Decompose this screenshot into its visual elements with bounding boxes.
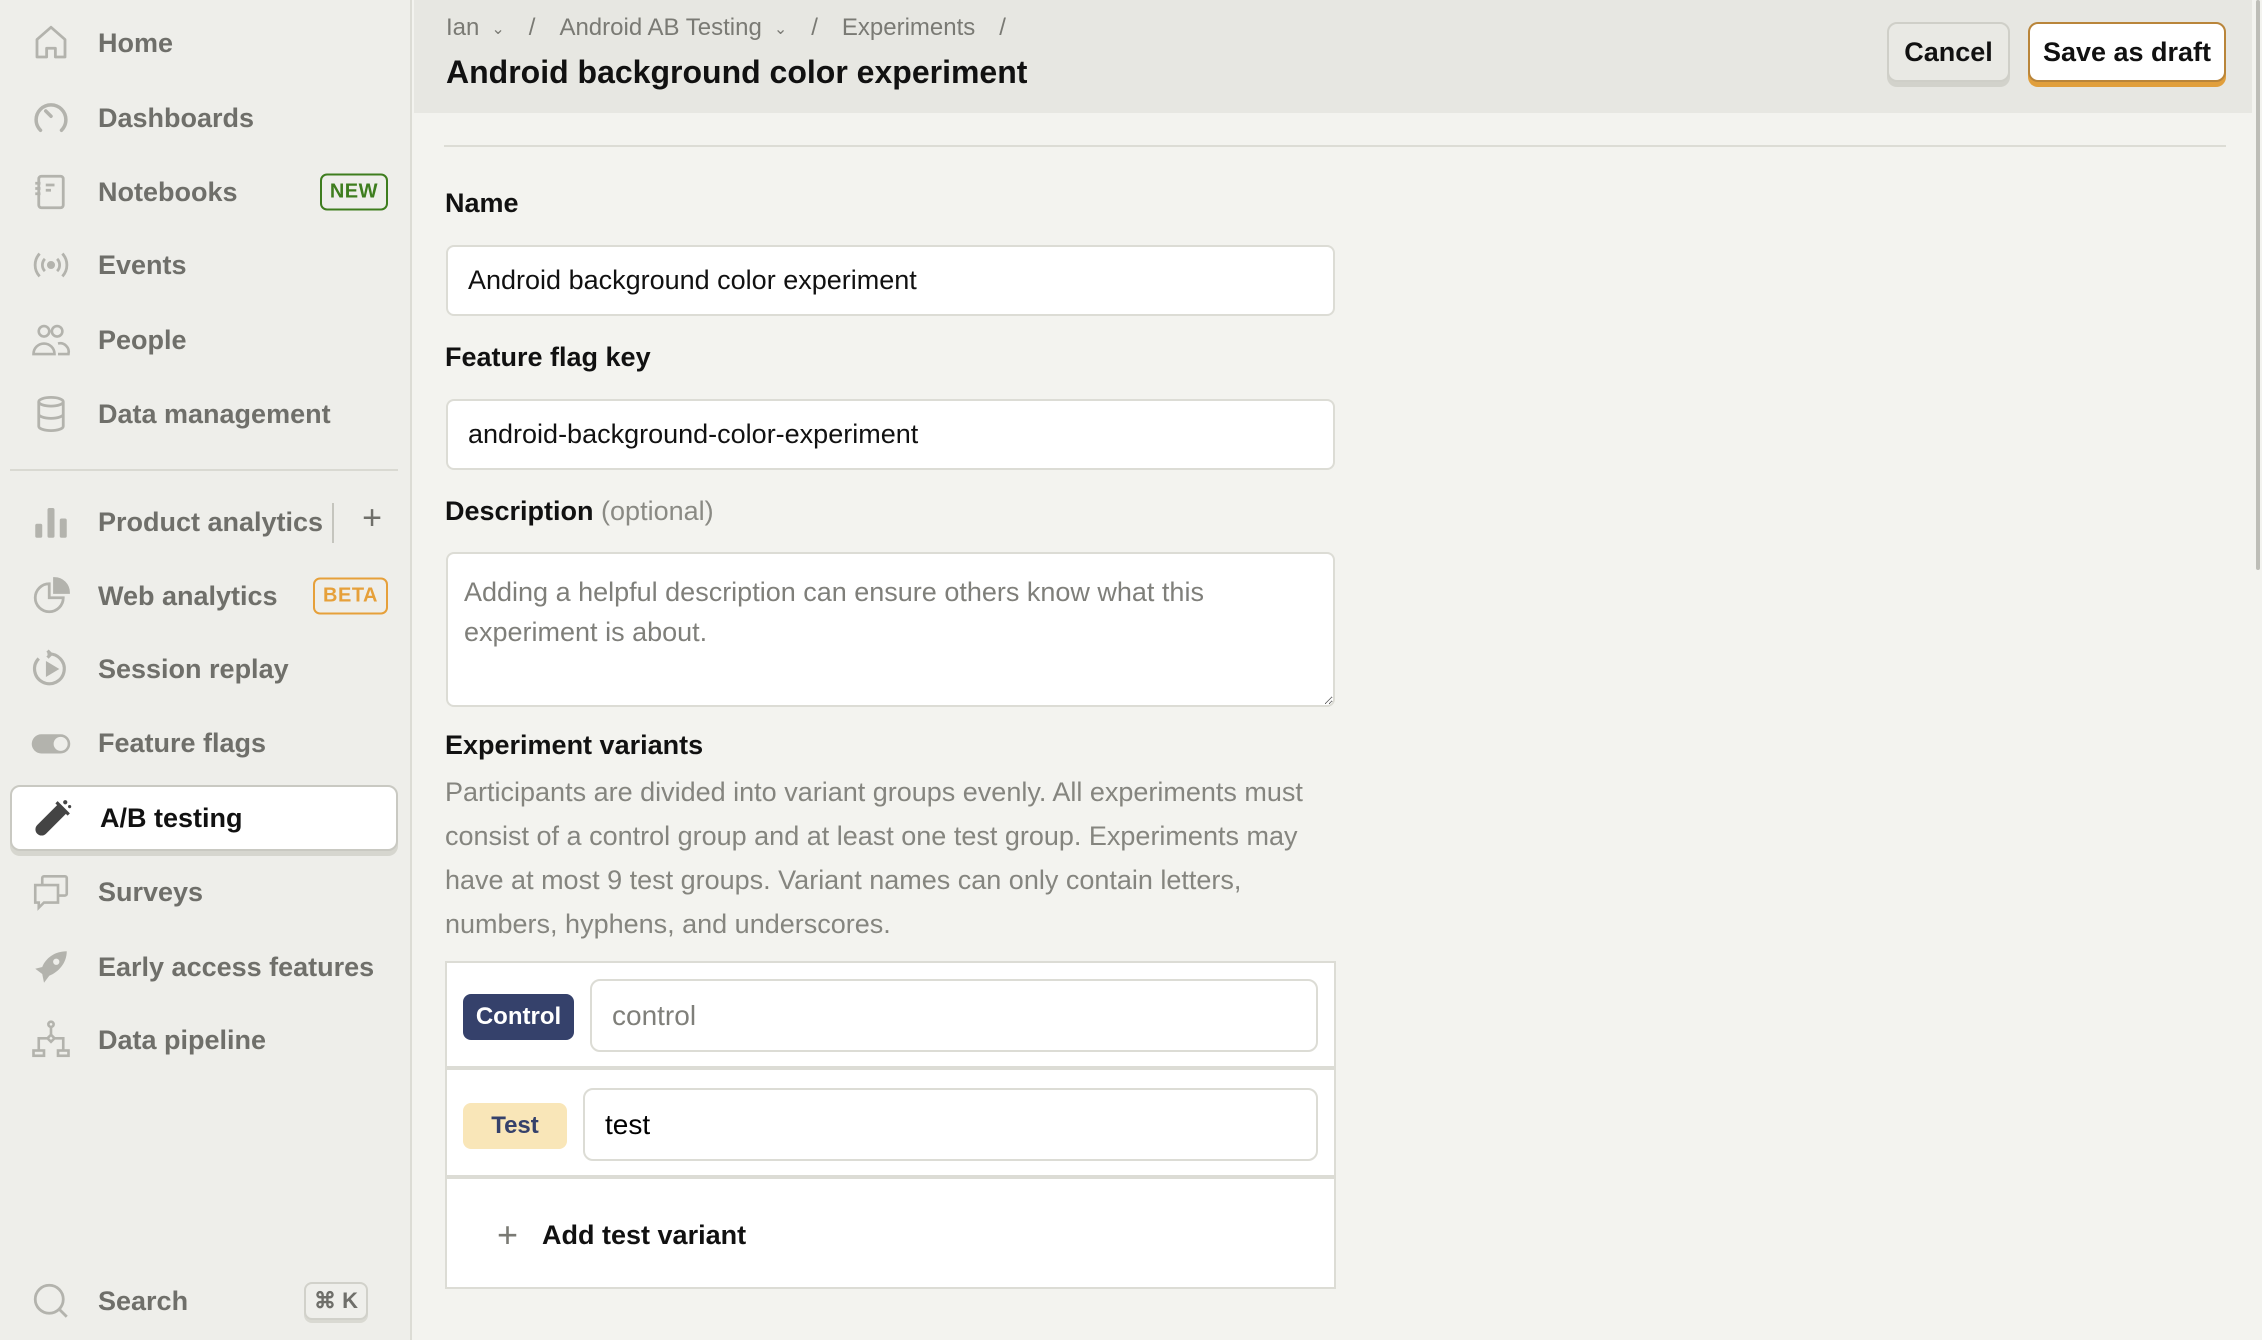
breadcrumb-experiments[interactable]: Experiments xyxy=(842,14,975,42)
sidebar-item-label: Data management xyxy=(98,398,331,429)
sidebar-divider xyxy=(10,469,398,471)
sidebar-item-label: Session replay xyxy=(98,653,289,684)
control-tag: Control xyxy=(463,994,574,1040)
notebook-icon xyxy=(26,167,76,217)
sidebar-item-surveys[interactable]: Surveys xyxy=(10,859,398,925)
chevron-down-icon: ⌄ xyxy=(491,21,505,38)
breadcrumb-separator: / xyxy=(528,14,536,41)
sidebar-item-label: Data pipeline xyxy=(98,1024,267,1055)
sidebar-item-feature-flags[interactable]: Feature flags xyxy=(10,710,398,776)
variants-helper-text: Participants are divided into variant gr… xyxy=(445,777,1303,939)
sidebar-item-label: Surveys xyxy=(98,876,204,907)
sidebar-item-label: Dashboards xyxy=(98,102,255,133)
sidebar-item-label: Early access features xyxy=(98,951,375,982)
separator xyxy=(332,503,334,543)
feature-flag-key-input[interactable] xyxy=(446,399,1335,470)
sidebar-item-session-replay[interactable]: Session replay xyxy=(10,636,398,702)
sidebar-item-label: People xyxy=(98,324,187,355)
sidebar-search[interactable]: Search ⌘ K xyxy=(10,1268,398,1334)
variant-row-test: Test xyxy=(447,1072,1334,1179)
plus-icon: + xyxy=(497,1214,519,1255)
description-textarea[interactable] xyxy=(446,552,1335,707)
rocket-icon xyxy=(26,942,76,992)
description-label: Description (optional) xyxy=(445,496,714,527)
sidebar-item-people[interactable]: People xyxy=(10,307,398,373)
add-test-variant-label: Add test variant xyxy=(542,1219,747,1250)
survey-icon xyxy=(26,867,76,917)
sidebar-item-product-analytics[interactable]: Product analytics + xyxy=(10,489,398,555)
sidebar-item-label: Product analytics xyxy=(98,506,324,537)
pipeline-icon xyxy=(26,1015,76,1065)
sidebar-item-dashboards[interactable]: Dashboards xyxy=(10,85,398,151)
cancel-button[interactable]: Cancel xyxy=(1887,22,2010,82)
page-title: Android background color experiment xyxy=(446,54,1028,90)
search-icon xyxy=(26,1276,76,1326)
name-input[interactable] xyxy=(446,245,1335,316)
test-tag: Test xyxy=(463,1103,567,1149)
chevron-down-icon: ⌄ xyxy=(773,21,788,38)
scrollbar-thumb[interactable] xyxy=(2256,0,2260,570)
sidebar-item-events[interactable]: Events xyxy=(10,232,398,298)
sidebar-item-label: Web analytics xyxy=(98,580,278,611)
name-label: Name xyxy=(445,188,519,218)
flask-icon xyxy=(28,793,78,843)
scrollbar[interactable] xyxy=(2252,0,2262,1340)
sidebar-item-home[interactable]: Home xyxy=(10,10,398,76)
people-icon xyxy=(26,315,76,365)
flag-key-label: Feature flag key xyxy=(445,342,651,372)
beta-badge: BETA xyxy=(313,577,388,615)
sidebar-item-ab-testing[interactable]: A/B testing xyxy=(10,785,398,851)
dashboard-icon xyxy=(26,93,76,143)
control-variant-input xyxy=(590,979,1318,1052)
sidebar-item-data-pipeline[interactable]: Data pipeline xyxy=(10,1007,398,1073)
pie-chart-icon xyxy=(26,571,76,621)
new-badge: NEW xyxy=(319,173,388,211)
page-header: Ian ⌄ / Android AB Testing ⌄ / Experimen… xyxy=(414,0,2252,113)
new-insight-button[interactable]: + xyxy=(362,499,382,538)
database-icon xyxy=(26,389,76,439)
add-test-variant-button[interactable]: + Add test variant xyxy=(447,1181,1334,1289)
description-label-text: Description xyxy=(445,496,594,526)
keyboard-shortcut: ⌘ K xyxy=(304,1282,368,1320)
sidebar-item-label: Home xyxy=(98,27,174,58)
sidebar-item-label: Feature flags xyxy=(98,727,267,758)
breadcrumb-label: Android AB Testing xyxy=(559,14,762,41)
breadcrumb-separator: / xyxy=(811,14,818,41)
test-variant-input[interactable] xyxy=(583,1088,1318,1161)
save-as-draft-button[interactable]: Save as draft xyxy=(2028,22,2226,82)
sidebar: Home Dashboards Notebooks NEW Events Peo… xyxy=(0,0,412,1340)
toggle-icon xyxy=(26,718,76,768)
sidebar-item-label: Events xyxy=(98,249,187,280)
home-icon xyxy=(26,18,76,68)
search-label: Search xyxy=(98,1285,189,1316)
breadcrumb-label: Ian xyxy=(446,14,480,41)
breadcrumb-separator: / xyxy=(999,14,1006,41)
bar-chart-icon xyxy=(26,497,76,547)
breadcrumb: Ian ⌄ / Android AB Testing ⌄ / Experimen… xyxy=(446,14,1030,42)
variants-list: Control Test + Add test variant xyxy=(445,961,1336,1289)
sidebar-item-early-access[interactable]: Early access features xyxy=(10,934,398,1000)
broadcast-icon xyxy=(26,240,76,290)
sidebar-item-data-management[interactable]: Data management xyxy=(10,381,398,447)
divider xyxy=(444,145,2226,147)
sidebar-item-label: Notebooks xyxy=(98,176,238,207)
breadcrumb-organization[interactable]: Ian ⌄ xyxy=(446,14,505,42)
optional-hint: (optional) xyxy=(601,496,714,526)
variants-title: Experiment variants xyxy=(445,730,704,760)
breadcrumb-project[interactable]: Android AB Testing ⌄ xyxy=(559,14,787,42)
replay-icon xyxy=(26,644,76,694)
sidebar-item-web-analytics[interactable]: Web analytics BETA xyxy=(10,563,398,629)
breadcrumb-label: Experiments xyxy=(841,14,976,41)
sidebar-item-label: A/B testing xyxy=(100,802,243,833)
variant-row-control: Control xyxy=(447,963,1334,1070)
sidebar-item-notebooks[interactable]: Notebooks NEW xyxy=(10,159,398,225)
